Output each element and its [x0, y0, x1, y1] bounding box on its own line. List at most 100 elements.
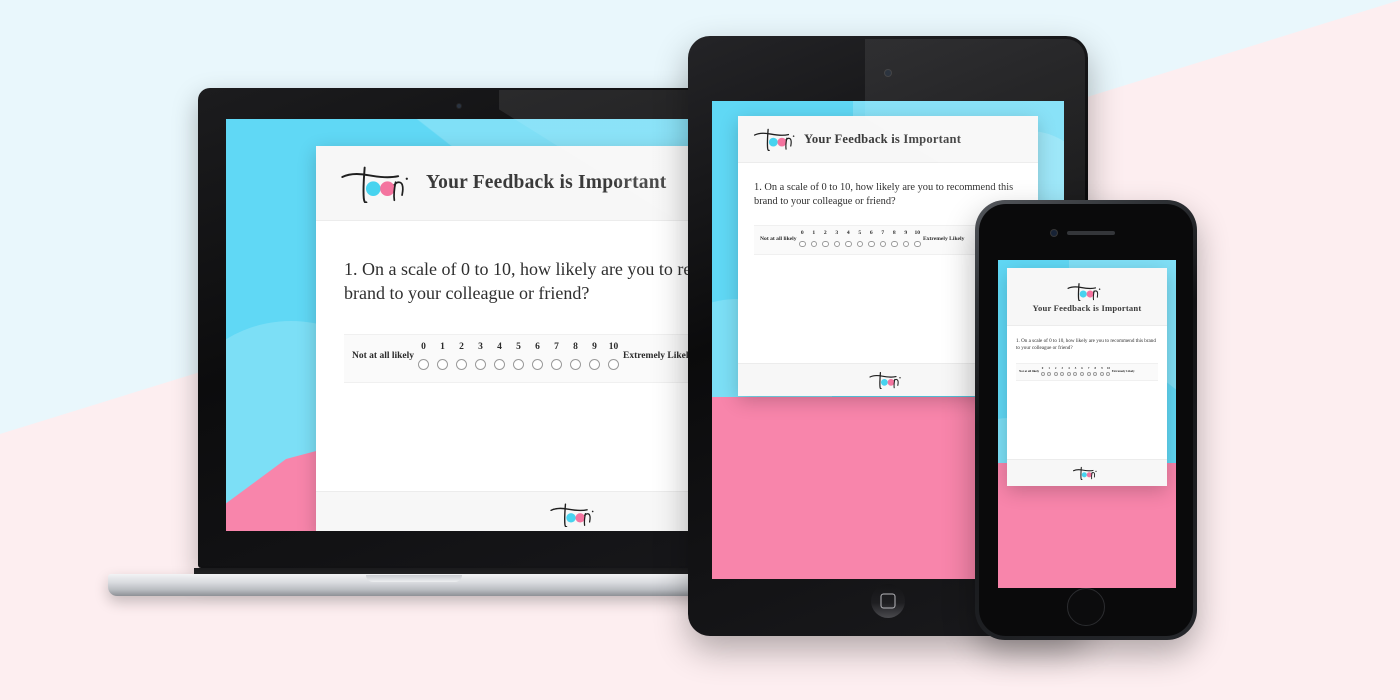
scale-option-number: 4 — [497, 341, 502, 352]
scale-option-number: 10 — [914, 230, 921, 237]
scale-option-radio[interactable] — [418, 359, 430, 371]
scale-option-radio[interactable] — [608, 359, 620, 371]
scale-option-7[interactable]: 7 — [547, 341, 566, 371]
scale-option-radio[interactable] — [551, 359, 563, 371]
scale-option-number: 5 — [516, 341, 521, 352]
scale-option-number: 8 — [573, 341, 578, 352]
scale-option-radio[interactable] — [1106, 371, 1111, 376]
scale-option-6[interactable]: 6 — [528, 341, 547, 371]
scale-option-0[interactable]: 0 — [414, 342, 433, 371]
tablet-home-button[interactable] — [871, 584, 905, 618]
scale-option-radio[interactable] — [879, 240, 887, 248]
scale-option-9[interactable]: 9 — [585, 342, 604, 371]
scale-option-radio[interactable] — [1073, 371, 1078, 376]
scale-option-radio[interactable] — [799, 240, 806, 248]
scale-option-radio[interactable] — [1040, 371, 1045, 376]
scale-option-1[interactable]: 1 — [433, 342, 452, 371]
scale-option-radio[interactable] — [513, 359, 525, 371]
toopi-logo-footer — [869, 372, 901, 389]
scale-option-7[interactable]: 7 — [877, 230, 889, 248]
scale-option-radio[interactable] — [1099, 371, 1104, 376]
scale-option-radio[interactable] — [822, 240, 829, 248]
scale-option-radio[interactable] — [856, 240, 864, 248]
scale-option-number: 2 — [823, 230, 827, 237]
scale-option-10[interactable]: 10 — [1105, 365, 1112, 376]
scale-option-8[interactable]: 8 — [889, 230, 901, 248]
scale-option-radio[interactable] — [437, 359, 449, 371]
scale-option-number: 0 — [800, 230, 804, 237]
scale-options: 0 1 2 3 4 5 6 7 8 9 10 — [1039, 365, 1112, 376]
scale-option-8[interactable]: 8 — [566, 341, 585, 371]
scale-option-number: 5 — [1074, 365, 1077, 370]
scale-option-radio[interactable] — [1060, 371, 1065, 376]
scale-option-radio[interactable] — [902, 240, 910, 248]
scale-option-radio[interactable] — [914, 240, 921, 248]
scale-option-6[interactable]: 6 — [1079, 365, 1086, 376]
scale-option-radio[interactable] — [1093, 371, 1098, 376]
scale-option-0[interactable]: 0 — [797, 230, 809, 248]
scale-option-number: 7 — [1087, 365, 1090, 370]
scale-option-number: 10 — [1106, 365, 1110, 370]
scale-option-number: 2 — [459, 341, 464, 352]
scale-option-number: 2 — [1054, 365, 1057, 370]
scale-option-radio[interactable] — [810, 240, 818, 248]
scale-option-radio[interactable] — [868, 240, 875, 248]
scale-option-9[interactable]: 9 — [900, 230, 912, 248]
scale-option-number: 7 — [554, 341, 559, 352]
scale-option-5[interactable]: 5 — [854, 230, 866, 248]
scale-option-radio[interactable] — [1053, 371, 1058, 376]
scale-option-2[interactable]: 2 — [820, 230, 832, 248]
toopi-logo — [341, 166, 408, 203]
scale-option-radio[interactable] — [475, 359, 487, 371]
phone-camera-icon — [1051, 230, 1057, 236]
scale-option-number: 9 — [904, 230, 908, 237]
scale-option-number: 1 — [812, 230, 816, 237]
rating-scale: Not at all likely 0 1 2 3 4 5 6 7 8 9 10 Extremely… — [1016, 362, 1158, 381]
scale-option-radio[interactable] — [1047, 371, 1052, 376]
device-laptop: Your Feedback is Important 1. On a scale… — [108, 88, 724, 603]
scale-option-8[interactable]: 8 — [1092, 366, 1099, 376]
scale-option-radio[interactable] — [494, 359, 506, 371]
scale-option-radio[interactable] — [845, 240, 852, 248]
scale-option-radio[interactable] — [1080, 371, 1085, 376]
scale-option-radio[interactable] — [891, 240, 898, 248]
scale-option-2[interactable]: 2 — [1052, 365, 1059, 376]
scale-option-number: 6 — [1081, 365, 1083, 370]
scale-option-number: 4 — [846, 230, 850, 237]
scale-option-number: 6 — [535, 341, 540, 352]
scale-option-7[interactable]: 7 — [1085, 365, 1092, 376]
scale-option-5[interactable]: 5 — [509, 341, 528, 371]
scale-option-6[interactable]: 6 — [866, 230, 878, 248]
scale-option-9[interactable]: 9 — [1099, 366, 1106, 376]
scale-option-1[interactable]: 1 — [1046, 366, 1053, 376]
scale-option-2[interactable]: 2 — [452, 341, 471, 371]
survey-title: Your Feedback is Important — [1032, 302, 1142, 313]
scale-option-radio[interactable] — [532, 359, 544, 371]
phone-home-button[interactable] — [1067, 588, 1105, 626]
scale-option-radio[interactable] — [589, 359, 601, 371]
phone-body: Your Feedback is Important 1. On a scale… — [975, 200, 1197, 640]
laptop-lid-notch — [366, 575, 462, 582]
scale-option-radio[interactable] — [1086, 371, 1091, 376]
survey-card-body: 1. On a scale of 0 to 10, how likely are… — [316, 221, 692, 491]
scale-option-radio[interactable] — [456, 359, 468, 371]
scale-option-number: 4 — [1068, 365, 1070, 370]
question-text: 1. On a scale of 0 to 10, how likely are… — [344, 259, 692, 304]
scale-option-1[interactable]: 1 — [808, 230, 820, 248]
scale-option-3[interactable]: 3 — [831, 230, 843, 248]
scale-option-3[interactable]: 3 — [1059, 366, 1066, 376]
scale-option-4[interactable]: 4 — [490, 341, 509, 371]
scale-option-number: 6 — [869, 230, 873, 237]
scale-option-10[interactable]: 10 — [604, 342, 623, 371]
scale-option-radio[interactable] — [1066, 371, 1071, 376]
scale-option-5[interactable]: 5 — [1072, 365, 1079, 376]
scale-right-label: Extremely Likely — [1111, 369, 1135, 374]
scale-option-4[interactable]: 4 — [843, 230, 855, 248]
scale-option-number: 3 — [478, 341, 483, 352]
scale-option-radio[interactable] — [570, 359, 582, 371]
scale-option-10[interactable]: 10 — [912, 230, 924, 248]
scale-option-0[interactable]: 0 — [1039, 366, 1046, 376]
scale-option-3[interactable]: 3 — [471, 341, 490, 371]
scale-option-radio[interactable] — [833, 240, 841, 248]
scale-option-4[interactable]: 4 — [1066, 365, 1073, 376]
